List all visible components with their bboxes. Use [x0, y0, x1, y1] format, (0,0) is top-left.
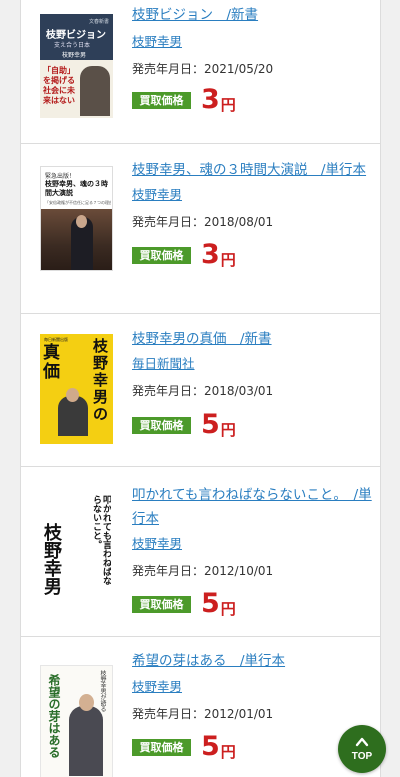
- buy-price-badge: 買取価格: [132, 246, 191, 264]
- price-unit: 円: [220, 743, 236, 761]
- price-row: 買取価格 5 円: [132, 408, 372, 442]
- cover-title: 枝野ビジョン: [46, 30, 106, 41]
- chevron-up-icon: [355, 737, 369, 747]
- list-item: 文春新書 枝野ビジョン 支え合う日本 枝野幸男 「自助」を掲げる社会に未来はない…: [21, 0, 380, 144]
- price-value: 3: [201, 84, 220, 115]
- book-title-link[interactable]: 希望の芽はある /単行本: [132, 649, 372, 673]
- cover-photo: [58, 396, 88, 436]
- scroll-to-top-label: TOP: [351, 751, 373, 762]
- price-unit: 円: [220, 421, 236, 439]
- buy-price-badge: 買取価格: [132, 595, 191, 613]
- cover-photo: [41, 209, 112, 270]
- product-list: 文春新書 枝野ビジョン 支え合う日本 枝野幸男 「自助」を掲げる社会に未来はない…: [20, 0, 381, 777]
- item-info: 希望の芽はある /単行本 枝野幸男 発売年月日：2012/01/01 買取価格 …: [132, 637, 372, 764]
- price-row: 買取価格 5 円: [132, 587, 372, 621]
- cover-subtitle: 「安倍政権が不信任に足る７つの理由」: [45, 200, 111, 205]
- book-cover[interactable]: 毎日新聞出版 真価 枝野幸男の: [40, 334, 113, 444]
- cover-subtitle: 支え合う日本: [54, 42, 91, 49]
- book-title-link[interactable]: 枝野幸男、魂の３時間大演説 /単行本: [132, 158, 372, 182]
- item-info: 枝野幸男の真価 /新書 毎日新聞社 発売年月日：2018/03/01 買取価格 …: [132, 314, 372, 442]
- price-row: 買取価格 3 円: [132, 238, 372, 272]
- cover-title: 叩かれても言わねばならないこと。: [91, 495, 111, 585]
- book-title-link[interactable]: 叩かれても言わねばならないこと。 /単行本: [132, 483, 372, 531]
- cover-title-left: 真価: [43, 343, 60, 382]
- list-item: 叩かれても言わねばならないこと。 枝野幸男 叩かれても言わねばならないこと。 /…: [21, 467, 380, 637]
- book-title-link[interactable]: 枝野幸男の真価 /新書: [132, 327, 372, 351]
- author-link[interactable]: 毎日新聞社: [132, 355, 195, 373]
- price-row: 買取価格 5 円: [132, 730, 372, 764]
- cover-photo: [69, 706, 103, 776]
- cover-speaker-face: [76, 215, 87, 228]
- price-unit: 円: [220, 600, 236, 618]
- list-item: 毎日新聞出版 真価 枝野幸男の 枝野幸男の真価 /新書 毎日新聞社 発売年月日：…: [21, 314, 380, 467]
- book-cover[interactable]: 緊急出版！ 枝野幸男、魂の３時間大演説 「安倍政権が不信任に足る７つの理由」: [40, 166, 113, 271]
- price-row: 買取価格 3 円: [132, 83, 372, 117]
- cover-photo-face: [66, 388, 79, 402]
- cover-subtitle: 枝野幸男が語る: [99, 670, 106, 712]
- list-item: 緊急出版！ 枝野幸男、魂の３時間大演説 「安倍政権が不信任に足る７つの理由」 枝…: [21, 144, 380, 314]
- cover-title: 希望の芽はある: [47, 674, 61, 758]
- scroll-to-top-button[interactable]: TOP: [338, 725, 386, 773]
- cover-publisher: 文春新書: [88, 19, 109, 25]
- buy-price-badge: 買取価格: [132, 738, 191, 756]
- price-unit: 円: [220, 96, 236, 114]
- author-link[interactable]: 枝野幸男: [132, 535, 182, 553]
- book-title-link[interactable]: 枝野ビジョン /新書: [132, 3, 372, 27]
- release-date: 発売年月日：2012/10/01: [132, 564, 274, 578]
- price-value: 3: [201, 239, 220, 270]
- cover-title-right: 枝野幸男の: [93, 337, 109, 423]
- cover-author: 枝野幸男: [41, 523, 62, 595]
- book-cover[interactable]: 枝野幸男が語る 希望の芽はある: [40, 665, 113, 777]
- author-link[interactable]: 枝野幸男: [132, 678, 182, 696]
- price-value: 5: [201, 731, 220, 762]
- item-info: 枝野幸男、魂の３時間大演説 /単行本 枝野幸男 発売年月日：2018/08/01…: [132, 144, 372, 272]
- cover-title: 枝野幸男、魂の３時間大演説: [45, 180, 108, 197]
- book-cover[interactable]: 叩かれても言わねばならないこと。 枝野幸男: [40, 493, 113, 605]
- author-link[interactable]: 枝野幸男: [132, 186, 182, 204]
- price-unit: 円: [220, 251, 236, 269]
- buy-price-badge: 買取価格: [132, 91, 191, 109]
- cover-photo-face: [79, 694, 94, 711]
- cover-author: 枝野幸男: [62, 52, 87, 59]
- buy-price-badge: 買取価格: [132, 416, 191, 434]
- cover-slogan: 「自助」を掲げる社会に未来はない: [43, 66, 75, 105]
- item-info: 叩かれても言わねばならないこと。 /単行本 枝野幸男 発売年月日：2012/10…: [132, 467, 372, 621]
- release-date: 発売年月日：2012/01/01: [132, 707, 274, 721]
- release-date: 発売年月日：2018/03/01: [132, 384, 274, 398]
- release-date: 発売年月日：2021/05/20: [132, 62, 274, 76]
- price-value: 5: [201, 588, 220, 619]
- cover-banner: 緊急出版！: [45, 173, 76, 180]
- book-cover[interactable]: 文春新書 枝野ビジョン 支え合う日本 枝野幸男 「自助」を掲げる社会に未来はない: [40, 14, 113, 118]
- cover-photo: [80, 66, 110, 116]
- item-info: 枝野ビジョン /新書 枝野幸男 発売年月日：2021/05/20 買取価格 3 …: [132, 0, 372, 117]
- list-item: 枝野幸男が語る 希望の芽はある 希望の芽はある /単行本 枝野幸男 発売年月日：…: [21, 637, 380, 777]
- author-link[interactable]: 枝野幸男: [132, 33, 182, 51]
- cover-band: 「自助」を掲げる社会に未来はない: [40, 60, 113, 118]
- price-value: 5: [201, 409, 220, 440]
- release-date: 発売年月日：2018/08/01: [132, 215, 274, 229]
